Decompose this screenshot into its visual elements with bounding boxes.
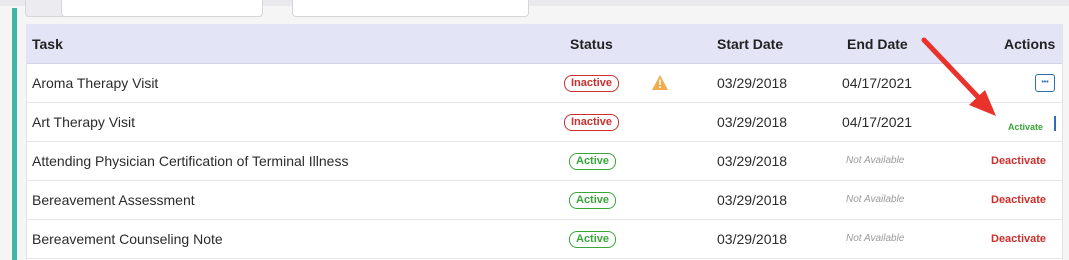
status-badge: Active bbox=[569, 153, 617, 170]
table-row[interactable]: Bereavement Assessment Active 03/29/2018… bbox=[27, 181, 1062, 220]
end-date: 04/17/2021 bbox=[842, 114, 913, 130]
activate-button[interactable]: Activate bbox=[1008, 122, 1043, 132]
table-header: Task Status Start Date End Date Actions bbox=[27, 24, 1062, 64]
focus-caret bbox=[1054, 116, 1056, 131]
status-badge: Inactive bbox=[564, 75, 619, 92]
status-badge: Active bbox=[569, 192, 617, 209]
left-accent-bar bbox=[12, 8, 17, 260]
header-start-date[interactable]: Start Date bbox=[717, 36, 783, 52]
start-date: 03/29/2018 bbox=[717, 231, 788, 247]
ellipsis-icon: ••• bbox=[1041, 79, 1049, 86]
end-date: 04/17/2021 bbox=[842, 75, 913, 91]
header-status[interactable]: Status bbox=[570, 36, 613, 52]
table-row[interactable]: Art Therapy Visit Inactive 03/29/2018 04… bbox=[27, 103, 1062, 142]
task-name: Art Therapy Visit bbox=[32, 114, 135, 130]
deactivate-button[interactable]: Deactivate bbox=[991, 233, 1046, 245]
status-badge: Inactive bbox=[564, 114, 619, 131]
table-row[interactable]: Aroma Therapy Visit Inactive 03/29/2018 … bbox=[27, 64, 1062, 103]
filter-input-left[interactable] bbox=[61, 0, 263, 17]
deactivate-button[interactable]: Deactivate bbox=[991, 194, 1046, 206]
status-badge: Active bbox=[569, 231, 617, 248]
deactivate-button[interactable]: Deactivate bbox=[991, 155, 1046, 167]
start-date: 03/29/2018 bbox=[717, 114, 788, 130]
end-date-not-available: Not Available bbox=[846, 155, 905, 166]
task-name: Attending Physician Certification of Ter… bbox=[32, 153, 349, 169]
header-task[interactable]: Task bbox=[32, 36, 63, 52]
end-date-not-available: Not Available bbox=[846, 194, 905, 205]
more-actions-button[interactable]: ••• bbox=[1035, 74, 1055, 92]
end-date-not-available: Not Available bbox=[846, 233, 905, 244]
start-date: 03/29/2018 bbox=[717, 153, 788, 169]
task-table: Task Status Start Date End Date Actions … bbox=[26, 24, 1063, 260]
start-date: 03/29/2018 bbox=[717, 192, 788, 208]
filter-input-right[interactable] bbox=[292, 0, 529, 17]
header-actions: Actions bbox=[1004, 36, 1056, 52]
start-date: 03/29/2018 bbox=[717, 75, 788, 91]
task-name: Bereavement Counseling Note bbox=[32, 231, 223, 247]
task-name: Aroma Therapy Visit bbox=[32, 75, 159, 91]
task-name: Bereavement Assessment bbox=[32, 192, 195, 208]
header-end-date[interactable]: End Date bbox=[847, 36, 908, 52]
table-row[interactable]: Attending Physician Certification of Ter… bbox=[27, 142, 1062, 181]
warning-triangle-icon bbox=[652, 75, 668, 90]
task-settings-page: Task Status Start Date End Date Actions … bbox=[0, 0, 1069, 260]
table-row[interactable]: Bereavement Counseling Note Active 03/29… bbox=[27, 220, 1062, 259]
filter-tab[interactable] bbox=[25, 0, 63, 17]
